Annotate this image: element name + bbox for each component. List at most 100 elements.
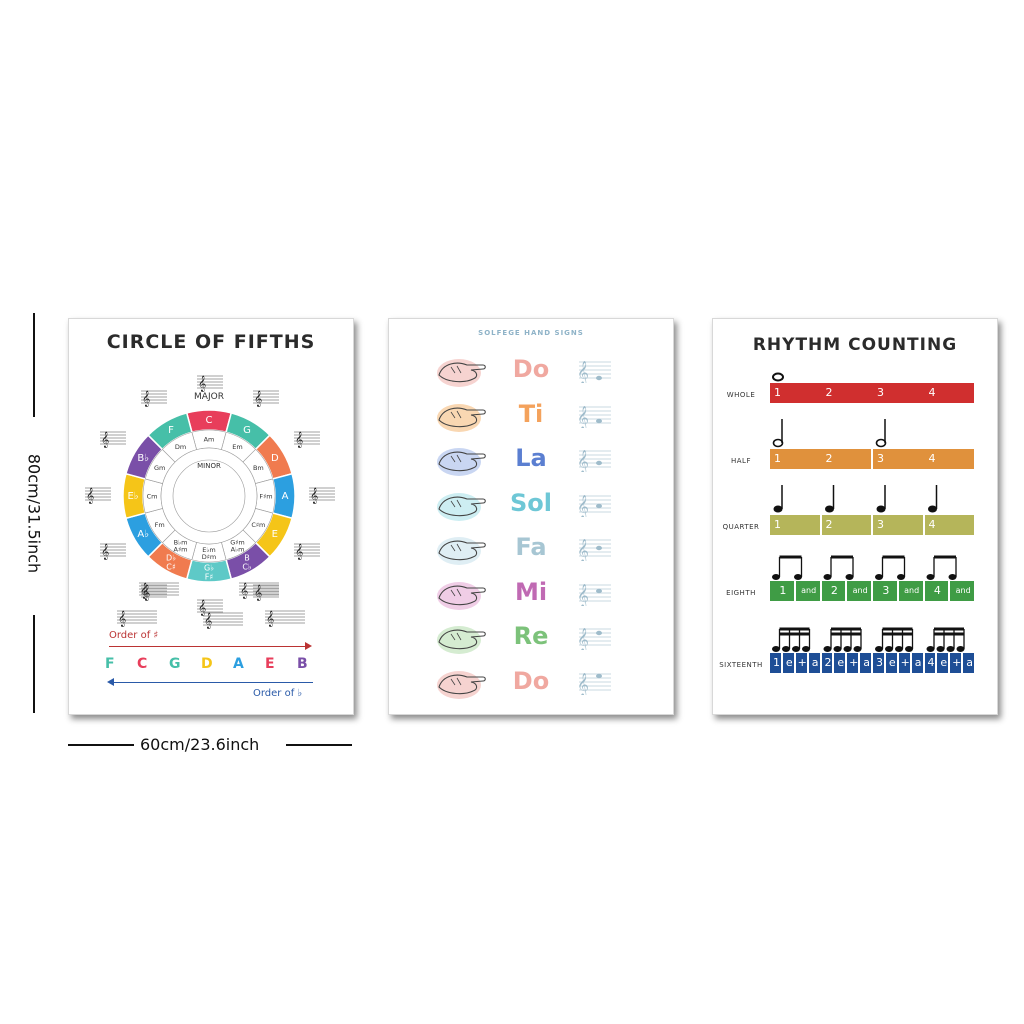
major-key-label: E	[272, 529, 278, 540]
svg-text:𝄞: 𝄞	[577, 405, 589, 428]
major-key-label: A♭	[137, 529, 149, 540]
rhythm-count-label: e	[888, 656, 896, 669]
rhythm-count-label: 3	[882, 584, 890, 597]
key-signature-staff-icon: 𝄞	[117, 610, 157, 627]
key-signature-staff-icon: 𝄞	[253, 390, 279, 407]
svg-text:𝄞: 𝄞	[577, 627, 589, 650]
svg-text:𝄞: 𝄞	[577, 360, 589, 383]
rhythm-count-label: a	[914, 656, 922, 669]
rhythm-count-label: a	[863, 656, 870, 669]
key-signature-staff-icon: 𝄞	[253, 584, 279, 601]
rhythm-count-label: 2	[825, 386, 833, 399]
width-dimension-label: 60cm/23.6inch	[140, 735, 260, 754]
treble-staff-icon: 𝄞	[577, 357, 611, 385]
rhythm-row-label: QUARTER	[722, 523, 760, 531]
svg-text:𝄞: 𝄞	[140, 583, 148, 599]
sharps-arrow	[109, 646, 309, 647]
order-letters-row: FCGDAEB	[101, 656, 321, 676]
order-letter: C	[137, 656, 148, 672]
height-dimension-top-line	[33, 313, 35, 417]
rhythm-counting-poster: RHYTHM COUNTING WHOLE 1 2 3 4 HALF 1 2 3 4 QUARTER…	[712, 318, 998, 715]
svg-text:𝄞: 𝄞	[101, 544, 109, 560]
rhythm-count-label: and	[904, 586, 920, 595]
rhythm-count-label: a	[966, 656, 973, 669]
rhythm-count-label: 3	[877, 518, 884, 531]
major-key-label: B♭	[137, 453, 149, 464]
major-key-label: G♭	[204, 564, 214, 573]
rhythm-count-label: 1	[779, 584, 787, 597]
svg-text:𝄞: 𝄞	[204, 613, 212, 629]
rhythm-count-label: 2	[824, 656, 832, 669]
height-dimension-label: 80cm/31.5inch	[24, 453, 44, 574]
key-signature-staff-icon: 𝄞	[265, 610, 305, 627]
rhythm-count-label: 3	[877, 386, 884, 399]
order-letter: E	[265, 656, 275, 672]
major-key-label: A	[282, 491, 289, 502]
key-signature-staff-icon: 𝄞	[293, 431, 320, 448]
hand-sign-icon	[433, 487, 489, 523]
rhythm-count-label: and	[852, 586, 868, 595]
minor-key-label: Cm	[147, 493, 158, 501]
treble-staff-icon: 𝄞	[577, 624, 611, 652]
rhythm-count-bar: 1 2 3 4	[770, 449, 976, 469]
key-signature-staff-icon: 𝄞	[203, 612, 243, 629]
rhythm-row-label: HALF	[731, 457, 751, 465]
width-dimension-left-line	[68, 744, 134, 746]
solfege-syllable: Fa	[515, 533, 547, 561]
hand-sign-icon	[433, 576, 489, 612]
rhythm-count-bar: 1 2 3 4	[770, 515, 976, 535]
key-signature-staff-icon: 𝄞	[197, 375, 223, 392]
treble-staff-icon: 𝄞	[577, 446, 611, 474]
svg-text:𝄞: 𝄞	[118, 611, 126, 627]
minor-key-label: Fm	[155, 521, 165, 529]
svg-text:𝄞: 𝄞	[295, 544, 303, 560]
svg-text:𝄞: 𝄞	[310, 488, 318, 504]
svg-text:𝄞: 𝄞	[577, 538, 589, 561]
order-letter: G	[169, 656, 181, 672]
hand-sign-icon	[433, 353, 489, 389]
order-letter: D	[201, 656, 213, 672]
rhythm-count-label: 1	[772, 656, 780, 669]
solfege-syllable: Do	[512, 666, 550, 695]
rhythm-count-label: 1	[774, 386, 781, 399]
rhythm-count-label: a	[811, 656, 819, 669]
rhythm-count-label: 4	[928, 452, 936, 465]
order-of-flats-label: Order of ♭	[253, 688, 303, 699]
rhythm-count-label: and	[955, 586, 971, 595]
circle-of-fifths-wheel: MAJOR CAmGEmDBmAF♯mEC♯mBC♭G♯mA♭mG♭F♯E♭mD…	[85, 375, 335, 629]
circle-of-fifths-title: CIRCLE OF FIFTHS	[106, 331, 316, 353]
treble-staff-icon: 𝄞	[577, 669, 611, 697]
svg-text:𝄞: 𝄞	[142, 391, 150, 407]
treble-staff-icon: 𝄞	[577, 402, 611, 430]
rhythm-count-label: +	[849, 656, 859, 669]
key-signature-staff-icon: 𝄞	[100, 431, 127, 448]
rhythm-count-label: 4	[927, 656, 935, 669]
rhythm-count-label: 2	[825, 518, 833, 531]
rhythm-count-bar: 1 e + a 2 e + a 3 e + a 4 e + a	[770, 653, 976, 673]
rhythm-count-label: and	[801, 586, 817, 595]
treble-staff-icon: 𝄞	[577, 580, 611, 608]
key-signature-staff-icon: 𝄞	[85, 487, 111, 504]
major-key-label: F	[168, 425, 174, 436]
minor-key-label: D♯m	[202, 553, 216, 561]
major-key-label: F♯	[205, 573, 214, 582]
minor-key-label: Dm	[175, 443, 186, 451]
hand-sign-icon	[433, 620, 489, 656]
solfege-syllable: Sol	[510, 488, 552, 517]
svg-text:𝄞: 𝄞	[577, 494, 589, 517]
minor-key-label: Gm	[154, 464, 165, 472]
sharps-arrow-head	[305, 642, 312, 650]
major-key-label: E♭	[127, 491, 138, 502]
major-key-label: D♭	[166, 553, 176, 562]
rhythm-count-label: 4	[928, 386, 936, 399]
major-key-label: C♭	[242, 562, 252, 571]
hand-sign-icon	[433, 665, 489, 701]
rhythm-count-label: e	[837, 656, 845, 669]
rhythm-count-label: +	[952, 656, 962, 669]
minor-key-label: Am	[204, 436, 215, 444]
minor-key-label: C♯m	[251, 521, 265, 529]
treble-staff-icon: 𝄞	[577, 535, 611, 563]
minor-key-label: F♯m	[259, 493, 272, 501]
rhythm-count-bar: 1 and 2 and 3 and 4 and	[770, 581, 976, 601]
svg-text:𝄞: 𝄞	[254, 585, 262, 601]
